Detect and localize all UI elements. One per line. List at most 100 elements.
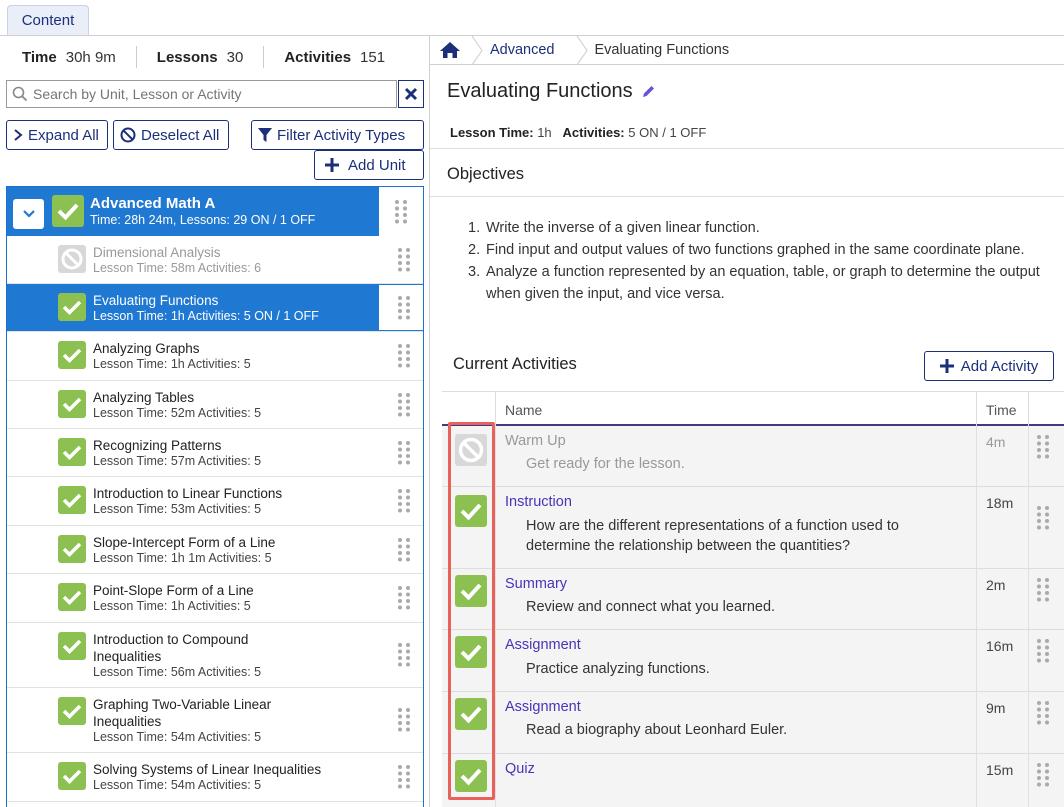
search-input[interactable] (33, 86, 383, 102)
lesson-row[interactable]: Analyzing Tables Lesson Time: 52m Activi… (7, 381, 423, 429)
unit-checkbox[interactable] (52, 195, 84, 230)
drag-handle-icon[interactable] (397, 295, 411, 324)
drag-handle-icon[interactable] (397, 707, 411, 736)
filter-activity-types-button[interactable]: Filter Activity Types (251, 120, 424, 150)
activity-name[interactable]: Assignment (505, 699, 581, 715)
lesson-row[interactable]: Graphing Two-Variable Linear Inequalitie… (7, 688, 423, 753)
lesson-subtitle: Lesson Time: 56m Activities: 5 (93, 665, 262, 679)
lesson-row[interactable]: Introduction to Linear Functions Lesson … (7, 477, 423, 526)
lesson-checkbox[interactable] (58, 762, 86, 793)
lesson-title: Analyzing Tables (93, 390, 195, 405)
drag-handle-icon[interactable] (1036, 577, 1050, 606)
checkmark-icon (58, 583, 86, 611)
column-header-time[interactable]: Time (986, 402, 1017, 418)
add-unit-button[interactable]: Add Unit (314, 150, 424, 180)
drag-handle-icon[interactable] (397, 642, 411, 671)
lesson-title: Introduction to Linear Functions (93, 486, 283, 501)
activity-description: Practice analyzing functions. (526, 661, 710, 677)
lesson-checkbox[interactable] (58, 245, 86, 276)
drag-handle-icon[interactable] (379, 187, 423, 236)
activity-name[interactable]: Quiz (505, 761, 535, 777)
add-activity-button[interactable]: Add Activity (924, 351, 1054, 381)
stat-lessons-value: 30 (226, 48, 244, 66)
lesson-row[interactable]: Analyzing Graphs Lesson Time: 1h Activit… (7, 332, 423, 381)
checkmark-icon (58, 632, 86, 660)
drag-handle-icon[interactable] (397, 488, 411, 517)
lesson-subtitle: Lesson Time: 1h Activities: 5 (93, 357, 251, 371)
table-row[interactable]: Assignment Read a biography about Leonha… (442, 692, 1064, 754)
lesson-title: Recognizing Patterns (93, 438, 222, 453)
drag-handle-icon[interactable] (1036, 505, 1050, 534)
lesson-title: Graphing Two-Variable Linear Inequalitie… (93, 697, 272, 729)
table-row[interactable]: Warm Up Get ready for the lesson. 4m (442, 426, 1064, 487)
activity-name[interactable]: Summary (505, 576, 567, 592)
drag-handle-icon[interactable] (397, 392, 411, 421)
drag-handle-icon[interactable] (397, 440, 411, 469)
lesson-checkbox[interactable] (58, 535, 86, 566)
top-tab-bar: Content (0, 0, 1064, 36)
column-header-name[interactable]: Name (505, 402, 542, 418)
breadcrumb-link[interactable]: Advanced (484, 42, 575, 58)
lesson-meta: Lesson Time: 1h Activities: 5 ON / 1 OFF (450, 125, 706, 140)
drag-handle-icon[interactable] (1036, 638, 1050, 667)
activity-time: 9m (986, 700, 1006, 716)
activities-table: Name Time Warm Up Get ready for the less… (442, 391, 1064, 807)
expand-all-button[interactable]: Expand All (6, 120, 108, 150)
drag-handle-icon[interactable] (1036, 434, 1050, 463)
lesson-activities-value: 5 ON / 1 OFF (628, 125, 707, 140)
drag-handle-icon[interactable] (397, 247, 411, 276)
drag-handle-icon[interactable] (1036, 762, 1050, 791)
lesson-checkbox[interactable] (58, 486, 86, 517)
drag-handle-icon[interactable] (1036, 700, 1050, 729)
lesson-title: Point-Slope Form of a Line (93, 583, 254, 598)
lesson-title-text: Evaluating Functions (447, 80, 633, 102)
lesson-row-selected[interactable]: Evaluating Functions Lesson Time: 1h Act… (7, 284, 423, 332)
lesson-checkbox[interactable] (58, 697, 86, 728)
activity-name[interactable]: Warm Up (505, 433, 566, 449)
lesson-checkbox[interactable] (58, 438, 86, 469)
table-row[interactable]: Assignment Practice analyzing functions.… (442, 630, 1064, 692)
clear-search-button[interactable] (398, 80, 424, 108)
chevron-right-icon (14, 129, 23, 141)
unit-list: Advanced Math A Time: 28h 24m, Lessons: … (6, 186, 424, 807)
drag-handle-icon[interactable] (397, 764, 411, 793)
lesson-row[interactable]: Recognizing Patterns Lesson Time: 57m Ac… (7, 429, 423, 477)
pencil-icon[interactable] (641, 84, 656, 99)
home-icon[interactable] (430, 36, 470, 65)
lesson-subtitle: Lesson Time: 57m Activities: 5 (93, 454, 262, 468)
lesson-checkbox[interactable] (58, 583, 86, 614)
lesson-time-value: 1h (537, 125, 552, 140)
deselect-all-button[interactable]: Deselect All (113, 120, 229, 150)
tab-content[interactable]: Content (7, 5, 89, 35)
lesson-checkbox[interactable] (58, 390, 86, 421)
objectives-list: 1. Write the inverse of a given linear fu… (468, 217, 1058, 305)
drag-handle-icon[interactable] (397, 537, 411, 566)
collapse-unit-button[interactable] (13, 199, 44, 229)
stat-activities-label: Activities (284, 48, 352, 66)
lesson-row[interactable]: Solving Systems of Linear Inequalities L… (7, 753, 423, 802)
activity-description: Review and connect what you learned. (526, 599, 776, 615)
unit-header[interactable]: Advanced Math A Time: 28h 24m, Lessons: … (7, 187, 423, 236)
lesson-checkbox[interactable] (58, 341, 86, 372)
stat-time-label: Time (22, 48, 57, 66)
lesson-row[interactable]: Introduction to Compound Inequalities Le… (7, 623, 423, 688)
right-panel: Advanced Evaluating Functions Evaluating… (430, 35, 1064, 807)
drag-handle-icon[interactable] (397, 585, 411, 614)
drag-handle-icon[interactable] (397, 343, 411, 372)
expand-all-label: Expand All (28, 126, 99, 144)
activity-name[interactable]: Instruction (505, 494, 572, 510)
table-row[interactable]: Summary Review and connect what you lear… (442, 569, 1064, 630)
checkmark-icon (58, 390, 86, 418)
lesson-checkbox[interactable] (58, 632, 86, 663)
lesson-row[interactable]: Dimensional Analysis Lesson Time: 58m Ac… (7, 236, 423, 284)
lesson-row[interactable]: Point-Slope Form of a Line Lesson Time: … (7, 574, 423, 623)
lesson-checkbox[interactable] (58, 293, 86, 324)
table-row[interactable]: Instruction How are the different repres… (442, 487, 1064, 569)
activity-name[interactable]: Assignment (505, 637, 581, 653)
checkmark-icon (58, 438, 86, 466)
activity-time: 15m (986, 762, 1014, 778)
chevron-down-icon (22, 210, 35, 218)
checkmark-icon (58, 486, 86, 514)
table-row[interactable]: Quiz 15m (442, 754, 1064, 807)
lesson-row[interactable]: Slope-Intercept Form of a Line Lesson Ti… (7, 526, 423, 574)
